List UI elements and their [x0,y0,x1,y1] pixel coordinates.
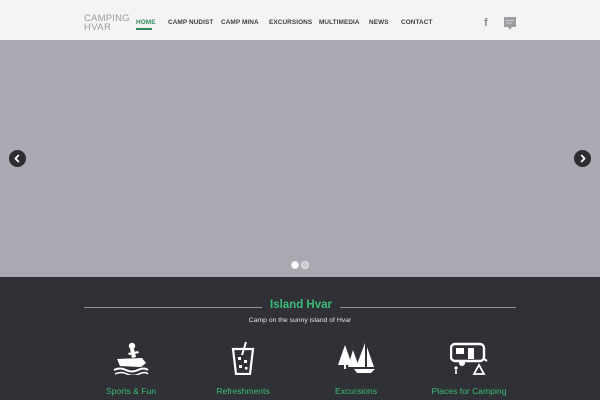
slider-prev-button[interactable] [9,150,26,167]
feature-excursions[interactable]: Excursions [301,341,411,400]
arrow-right-icon [580,154,586,163]
nav-item-multimedia[interactable]: MULTIMEDIA [319,19,360,26]
nav-item-excursions[interactable]: EXCURSIONS [269,19,312,26]
nav-item-news[interactable]: NEWS [369,19,389,26]
facebook-icon[interactable]: f [484,17,492,29]
nav-item-contact[interactable]: CONTACT [401,19,432,26]
feature-sports-fun[interactable]: Sports & Fun [76,341,186,400]
feature-refreshments[interactable]: Refreshments [188,341,298,400]
jet-ski-icon [113,342,149,375]
island-hvar-section: Island Hvar Camp on the sunny island of … [0,277,600,400]
feature-label: Excursions [334,386,378,396]
nav-item-camp-mina[interactable]: CAMP MINA [221,19,259,26]
trees-sailboat-icon [338,343,375,373]
slider-dot-2[interactable] [301,261,309,269]
drink-glass-icon [231,341,255,375]
nav-item-camp-nudist[interactable]: CAMP NUDIST [168,19,213,26]
title-divider-right [340,307,516,308]
nav-item-home[interactable]: HOME [136,19,156,26]
caravan-camping-icon [450,342,488,375]
site-header: CAMPING HVAR HOME CAMP NUDIST CAMP MINA … [0,0,600,40]
site-logo[interactable]: CAMPING HVAR [84,14,130,34]
logo-line-2: HVAR [84,22,112,33]
hero-slider [0,40,600,277]
feature-label: Sports & Fun [105,386,157,396]
section-subtitle: Camp on the sunny island of Hvar [248,317,352,324]
feature-label: Places for Camping [431,386,507,396]
title-divider-left [84,307,262,308]
slider-dot-1[interactable] [291,261,299,269]
chat-bubble-icon[interactable] [504,17,516,31]
slider-next-button[interactable] [574,150,591,167]
feature-label: Refreshments [216,386,270,396]
arrow-left-icon [14,154,20,163]
feature-places-for-camping[interactable]: Places for Camping [414,341,524,400]
nav-active-underline [136,28,152,30]
section-title: Island Hvar [270,299,332,311]
